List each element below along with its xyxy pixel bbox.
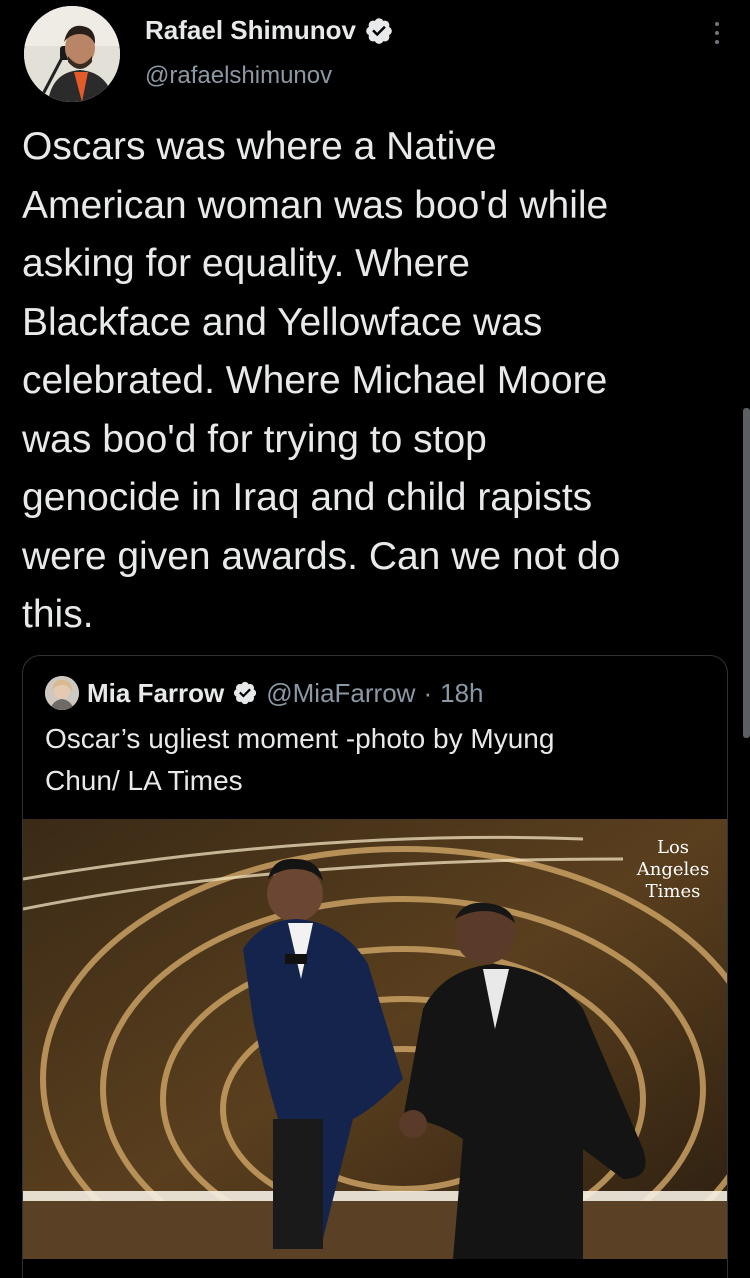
quoted-verified-badge-icon [234,681,257,705]
tweet-text: Oscars was where a Native American woman… [22,125,621,636]
page-scrollbar[interactable] [743,408,750,738]
quoted-separator: · [423,677,433,708]
tweet[interactable]: Rafael Shimunov @rafaelshimunov Oscars w… [0,0,750,1278]
oscars-stage-photo: Los Angeles Times [23,819,727,1259]
quoted-tweet-text: Oscar’s ugliest moment -photo by Myung C… [45,723,555,796]
quoted-timestamp[interactable]: 18h [440,678,483,709]
quoted-author-handle[interactable]: @MiaFarrow [266,678,415,709]
svg-text:Los: Los [657,837,689,858]
more-vertical-icon[interactable] [712,22,722,46]
author-display-name[interactable]: Rafael Shimunov [145,15,356,46]
quoted-author-name[interactable]: Mia Farrow [87,678,224,709]
author-avatar-image [24,6,120,102]
svg-text:Angeles: Angeles [636,859,709,880]
quoted-author-avatar-image [45,676,79,710]
svg-text:Times: Times [646,881,701,902]
verified-badge-icon [366,17,392,44]
quoted-author-avatar [45,676,79,710]
quoted-tweet-photo[interactable]: Los Angeles Times [23,819,727,1259]
author-handle[interactable]: @rafaelshimunov [145,62,332,90]
author-name-row[interactable]: Rafael Shimunov [145,15,394,46]
author-avatar[interactable] [24,6,120,102]
quoted-tweet-header: Mia Farrow @MiaFarrow · 18h [45,676,484,710]
quoted-tweet[interactable]: Mia Farrow @MiaFarrow · 18h Oscar’s ugli… [22,655,728,1278]
